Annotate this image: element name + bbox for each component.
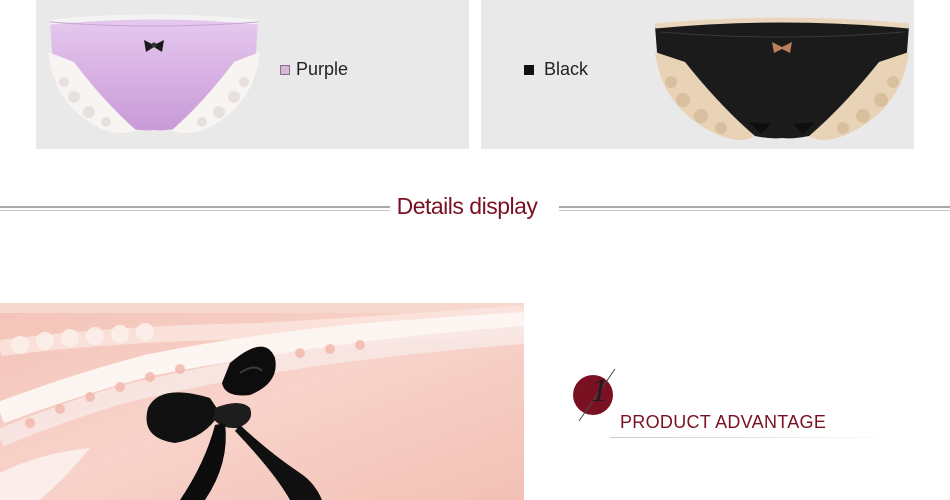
- black-underwear-image: [654, 17, 910, 140]
- black-variant-panel: Black: [481, 0, 914, 149]
- purple-label: Purple: [296, 59, 349, 79]
- section-title: Details display: [396, 193, 538, 219]
- advantage-number: 1: [591, 372, 608, 409]
- bow-detail-photo: [0, 303, 524, 500]
- black-label: Black: [544, 59, 589, 79]
- black-swatch: [524, 64, 534, 75]
- advantage-underline: [610, 437, 900, 438]
- advantage-label: PRODUCT ADVANTAGE: [620, 412, 827, 432]
- purple-variant-panel: Purple: [36, 0, 469, 149]
- black-swatch-label: Black: [524, 59, 588, 80]
- purple-underwear-image: [48, 14, 260, 133]
- purple-swatch-label: Purple: [280, 59, 348, 80]
- title-rule-left: [0, 206, 390, 211]
- section-title-row: Details display: [0, 190, 950, 230]
- advantage-number-badge: 1: [573, 368, 616, 422]
- purple-swatch: [280, 64, 290, 75]
- title-rule-right: [559, 206, 950, 211]
